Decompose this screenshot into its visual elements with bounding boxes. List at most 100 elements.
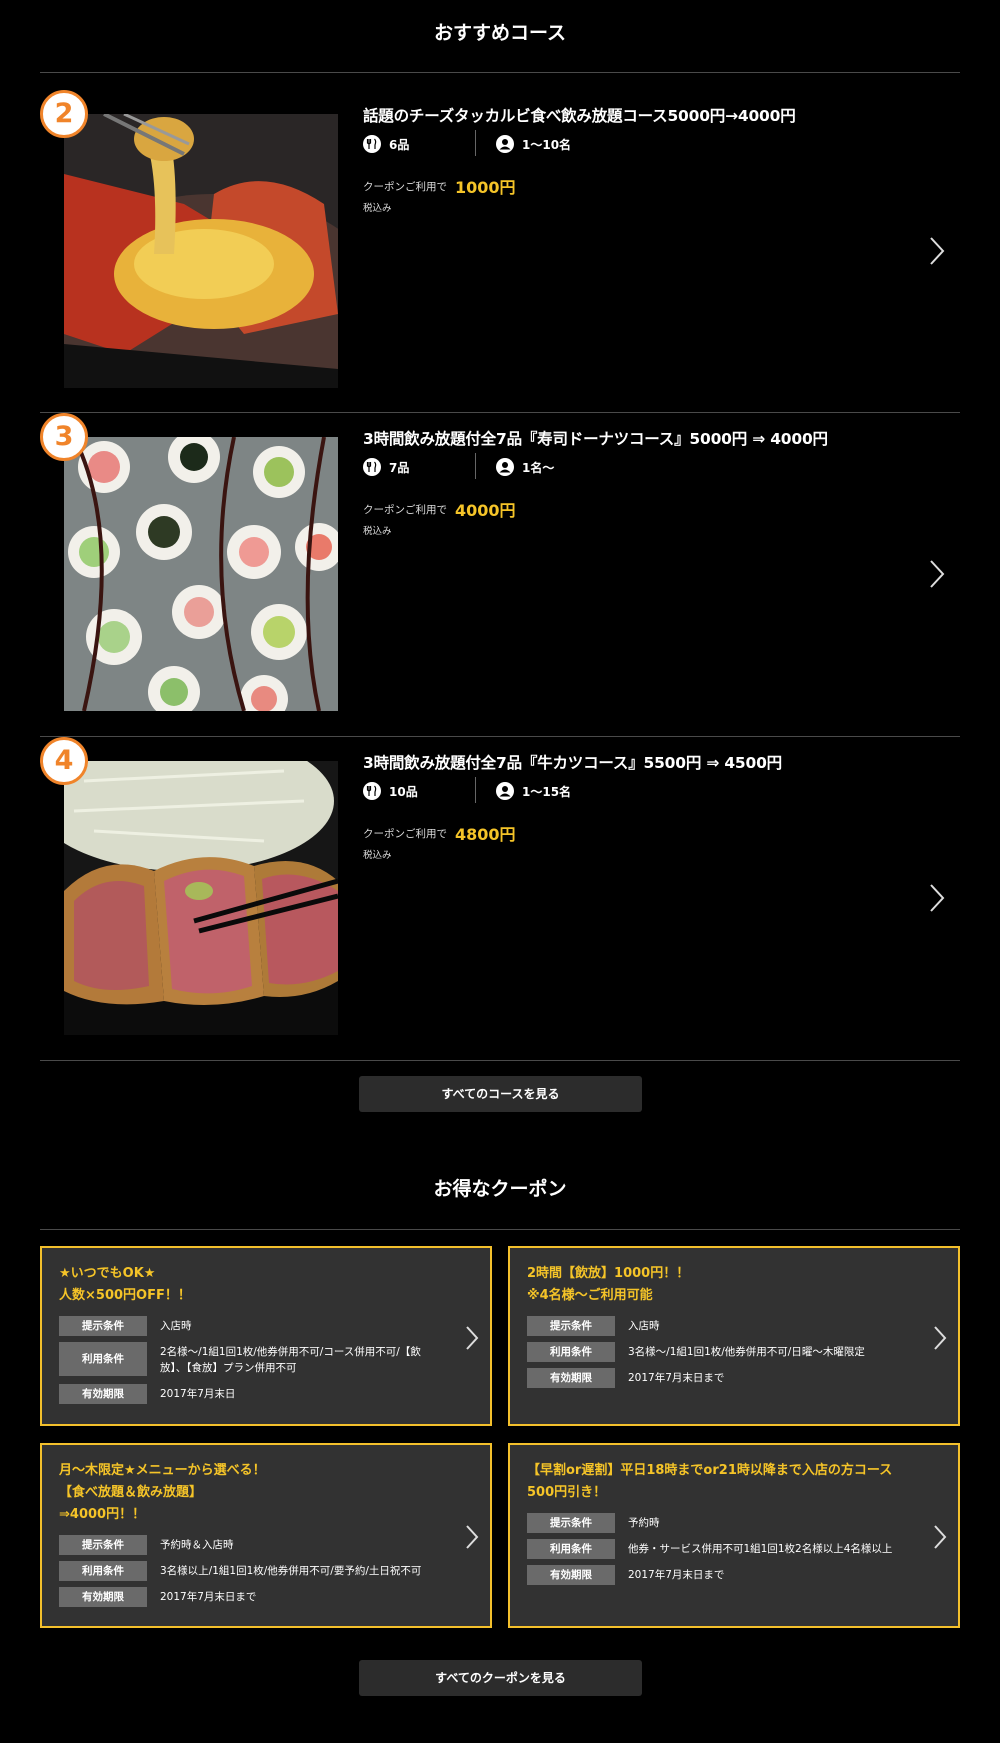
price-value: 4800円 <box>455 825 516 844</box>
condition-value: 入店時 <box>160 1320 192 1332</box>
coupon-title-line: 【食べ放題＆飲み放題】 <box>59 1485 203 1500</box>
tax-note: 税込み <box>363 850 392 861</box>
condition-row: 提示条件 予約時＆入店時 <box>59 1535 440 1555</box>
condition-row: 利用条件 3名様〜/1組1回1枚/他券併用不可/日曜〜木曜限定 <box>527 1342 908 1362</box>
coupon-title: 2時間【飲放】1000円！！ ※4名様〜ご利用可能 <box>527 1263 689 1307</box>
tax-note: 税込み <box>363 526 392 537</box>
condition-label: 提示条件 <box>59 1316 147 1336</box>
coupon-card[interactable]: ★いつでもOK★ 人数×500円OFF！！ 提示条件 入店時 利用条件 2名様〜… <box>40 1246 492 1426</box>
dish-count-label: 6品 <box>389 137 410 152</box>
dish-count-label: 10品 <box>389 784 418 799</box>
person-icon <box>496 458 514 476</box>
condition-row: 有効期限 2017年7月末日まで <box>527 1565 908 1585</box>
people-count-label: 1名〜 <box>522 460 555 475</box>
chevron-right-icon[interactable] <box>928 882 946 914</box>
chevron-right-icon[interactable] <box>932 1324 948 1352</box>
condition-label: 提示条件 <box>527 1316 615 1336</box>
coupon-title-line: 500円引き！ <box>527 1485 607 1500</box>
condition-value: 2017年7月末日まで <box>628 1372 725 1384</box>
course-card[interactable]: 4 3時間飲み放題付全7品『牛カツコース』5500円 ⇒ 4500円 10品 1… <box>40 737 960 1061</box>
coupon-card[interactable]: 2時間【飲放】1000円！！ ※4名様〜ご利用可能 提示条件 入店時 利用条件 … <box>508 1246 960 1426</box>
coupon-title-line: 2時間【飲放】1000円！！ <box>527 1266 690 1281</box>
price-value: 1000円 <box>455 178 516 197</box>
price-value: 4000円 <box>455 501 516 520</box>
gyukatsu-photo <box>64 761 338 1035</box>
divider <box>40 1060 960 1061</box>
divider <box>40 1229 960 1230</box>
chevron-right-icon[interactable] <box>464 1523 480 1551</box>
course-name[interactable]: 話題のチーズタッカルビ食べ飲み放題コース5000円→4000円 <box>363 104 796 126</box>
course-meta: 6品 1〜10名 <box>363 130 663 158</box>
divider <box>40 72 960 73</box>
rank-badge: 3 <box>40 413 88 461</box>
course-name[interactable]: 3時間飲み放題付全7品『牛カツコース』5500円 ⇒ 4500円 <box>363 751 782 773</box>
coupon-title-line: 月〜木限定★メニューから選べる！ <box>59 1463 266 1478</box>
condition-label: 利用条件 <box>527 1342 615 1362</box>
person-icon <box>496 782 514 800</box>
condition-value: 予約時 <box>628 1517 660 1529</box>
condition-value: 2名様〜/1組1回1枚/他券併用不可/コース併用不可/【飲放】、【食放】プラン併… <box>160 1346 421 1374</box>
coupon-title-line: 人数×500円OFF！！ <box>59 1288 191 1303</box>
condition-value: 2017年7月末日まで <box>160 1591 257 1603</box>
coupon-title: 【早割or遅割】平日18時までor21時以降まで入店の方コース 500円引き！ <box>527 1460 892 1504</box>
tax-note: 税込み <box>363 203 392 214</box>
chevron-right-icon[interactable] <box>464 1324 480 1352</box>
condition-row: 利用条件 他券・サービス併用不可1組1回1枚2名様以上4名様以上 <box>527 1539 908 1559</box>
condition-value: 入店時 <box>628 1320 660 1332</box>
divider <box>475 453 476 479</box>
all-courses-button[interactable]: すべてのコースを見る <box>359 1076 642 1112</box>
dish-count: 6品 <box>363 134 409 154</box>
rank-badge: 4 <box>40 737 88 785</box>
people-count: 1〜15名 <box>496 781 571 801</box>
dish-count: 10品 <box>363 781 418 801</box>
chevron-right-icon[interactable] <box>932 1523 948 1551</box>
condition-label: 利用条件 <box>59 1561 147 1581</box>
course-meta: 10品 1〜15名 <box>363 777 663 805</box>
condition-label: 提示条件 <box>59 1535 147 1555</box>
coupon-card[interactable]: 【早割or遅割】平日18時までor21時以降まで入店の方コース 500円引き！ … <box>508 1443 960 1628</box>
people-count: 1〜10名 <box>496 134 571 154</box>
coupon-card[interactable]: 月〜木限定★メニューから選べる！ 【食べ放題＆飲み放題】 ⇒4000円！！ 提示… <box>40 1443 492 1628</box>
condition-row: 利用条件 3名様以上/1組1回1枚/他券併用不可/要予約/土日祝不可 <box>59 1561 440 1581</box>
coupon-price-label: クーポンご利用で <box>363 827 447 840</box>
condition-label: 有効期限 <box>527 1368 615 1388</box>
dish-count: 7品 <box>363 457 409 477</box>
coupon-title-line: 【早割or遅割】平日18時までor21時以降まで入店の方コース <box>527 1463 893 1478</box>
all-coupons-button[interactable]: すべてのクーポンを見る <box>359 1660 642 1696</box>
divider <box>475 130 476 156</box>
condition-row: 有効期限 2017年7月末日まで <box>59 1587 440 1607</box>
person-icon <box>496 135 514 153</box>
condition-value: 予約時＆入店時 <box>160 1539 234 1551</box>
condition-value: 2017年7月末日まで <box>628 1569 725 1581</box>
sushi-donut-photo <box>64 437 338 711</box>
course-card[interactable]: 2 話題のチーズタッカルビ食べ飲み放題コース5000円→4000円 6品 1〜1… <box>40 90 960 414</box>
course-card[interactable]: 3 3時間飲み放題付全7品『寿司ドーナツコース』5000円 ⇒ 4000円 7品… <box>40 413 960 737</box>
condition-label: 利用条件 <box>527 1539 615 1559</box>
condition-value: 他券・サービス併用不可1組1回1枚2名様以上4名様以上 <box>628 1543 893 1555</box>
condition-value: 2017年7月末日 <box>160 1388 236 1400</box>
condition-value: 3名様以上/1組1回1枚/他券併用不可/要予約/土日祝不可 <box>160 1565 422 1577</box>
cutlery-icon <box>363 135 381 153</box>
coupon-price-label: クーポンご利用で <box>363 503 447 516</box>
cutlery-icon <box>363 458 381 476</box>
cutlery-icon <box>363 782 381 800</box>
dish-count-label: 7品 <box>389 460 410 475</box>
coupon-title-line: ★いつでもOK★ <box>59 1266 156 1281</box>
coupon-price: クーポンご利用で 1000円 <box>363 174 516 198</box>
chevron-right-icon[interactable] <box>928 558 946 590</box>
condition-label: 有効期限 <box>59 1587 147 1607</box>
rank-badge: 2 <box>40 90 88 138</box>
condition-value: 3名様〜/1組1回1枚/他券併用不可/日曜〜木曜限定 <box>628 1346 865 1358</box>
condition-label: 有効期限 <box>527 1565 615 1585</box>
condition-row: 提示条件 予約時 <box>527 1513 908 1533</box>
people-count-label: 1〜10名 <box>522 137 572 152</box>
condition-row: 利用条件 2名様〜/1組1回1枚/他券併用不可/コース併用不可/【飲放】、【食放… <box>59 1342 440 1376</box>
coupon-title-line: ⇒4000円！！ <box>59 1507 146 1522</box>
condition-label: 提示条件 <box>527 1513 615 1533</box>
condition-label: 利用条件 <box>59 1342 147 1376</box>
chevron-right-icon[interactable] <box>928 235 946 267</box>
coupon-title-line: ※4名様〜ご利用可能 <box>527 1288 653 1303</box>
courses-section-title: おすすめコース <box>433 22 567 44</box>
course-name[interactable]: 3時間飲み放題付全7品『寿司ドーナツコース』5000円 ⇒ 4000円 <box>363 427 828 449</box>
coupon-price-label: クーポンご利用で <box>363 180 447 193</box>
